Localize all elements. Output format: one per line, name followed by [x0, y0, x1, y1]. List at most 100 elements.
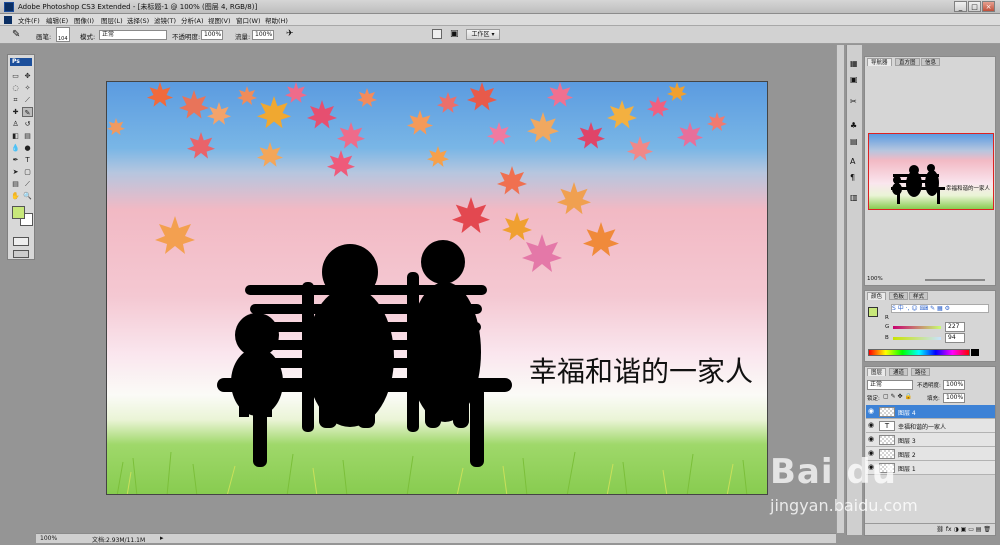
- tab-paths[interactable]: 路径: [911, 368, 931, 376]
- tool-presets-icon[interactable]: ▤: [850, 137, 858, 146]
- brush-preset-picker[interactable]: 104: [56, 27, 70, 42]
- layer-row-layer4[interactable]: ◉ 图层 4: [866, 405, 995, 419]
- color-spectrum[interactable]: [868, 349, 970, 356]
- zoom-level[interactable]: 100%: [40, 535, 57, 542]
- workspace-button[interactable]: 工作区 ▾: [466, 29, 500, 40]
- airbrush-icon[interactable]: ✈: [286, 29, 294, 39]
- shape-tool-icon[interactable]: ▢: [22, 167, 33, 177]
- blend-mode-select[interactable]: 正常: [867, 380, 913, 390]
- mode-label: 模式:: [80, 33, 96, 41]
- window-title: Adobe Photoshop CS3 Extended - [未标题-1 @ …: [18, 3, 258, 11]
- quick-mask-icon[interactable]: [13, 237, 29, 246]
- tab-channels[interactable]: 通道: [889, 368, 909, 376]
- menu-layer[interactable]: 图层(L): [101, 15, 123, 25]
- artwork: [107, 82, 748, 494]
- mode-select[interactable]: 正常: [99, 30, 167, 40]
- b-slider[interactable]: [893, 337, 941, 340]
- g-slider[interactable]: [893, 326, 941, 329]
- menu-window[interactable]: 窗口(W): [236, 15, 261, 25]
- paragraph-icon[interactable]: ¶: [850, 173, 855, 182]
- slice-tool-icon[interactable]: ⟋: [22, 95, 33, 105]
- navigator-preview[interactable]: 幸福和谐的一家人: [868, 133, 994, 210]
- pen-tool-icon[interactable]: ✒: [10, 155, 21, 165]
- minimize-button[interactable]: _: [954, 1, 967, 12]
- b-value[interactable]: 94: [945, 333, 965, 343]
- navigator-zoom[interactable]: 100%: [867, 276, 883, 282]
- gradient-tool-icon[interactable]: ▤: [22, 131, 33, 141]
- flow-label: 流量:: [235, 33, 251, 41]
- color-fg-swatch[interactable]: [868, 307, 878, 317]
- healing-tool-icon[interactable]: ✚: [10, 107, 21, 117]
- magic-wand-icon[interactable]: ✧: [22, 83, 33, 93]
- character-icon[interactable]: A: [850, 157, 855, 166]
- flow-field[interactable]: 100%: [252, 30, 274, 40]
- fill-field[interactable]: 100%: [943, 393, 965, 403]
- b-label: B: [885, 335, 889, 341]
- bridge-icon[interactable]: ▣: [450, 29, 459, 39]
- tab-histogram[interactable]: 直方图: [895, 58, 920, 66]
- lasso-tool-icon[interactable]: ◌: [10, 83, 21, 93]
- stamp-tool-icon[interactable]: ♙: [10, 119, 21, 129]
- maximize-button[interactable]: □: [968, 1, 981, 12]
- clone-source-icon[interactable]: ♣: [850, 121, 857, 130]
- brushes-icon[interactable]: ✂: [850, 97, 857, 106]
- blur-tool-icon[interactable]: 💧: [10, 143, 21, 153]
- menu-view[interactable]: 视图(V): [208, 15, 231, 25]
- eraser-tool-icon[interactable]: ◧: [10, 131, 21, 141]
- tab-swatches[interactable]: 色板: [889, 292, 909, 300]
- tab-navigator[interactable]: 导航器: [867, 58, 892, 66]
- zoom-tool-icon[interactable]: 🔍: [22, 191, 33, 201]
- spectrum-black[interactable]: [971, 349, 979, 356]
- navigator-panel: 导航器 直方图 信息 幸福和谐的一家人 100%: [864, 56, 996, 286]
- toolbox: Ps ▭ ✥ ◌ ✧ ⌗ ⟋ ✚ ✎ ♙ ↺ ◧ ▤ 💧 ● ✒ T ➤ ▢ ▤…: [7, 54, 35, 260]
- history-brush-icon[interactable]: ↺: [22, 119, 33, 129]
- layer-comps-icon[interactable]: ▥: [850, 193, 858, 202]
- menu-help[interactable]: 帮助(H): [265, 15, 288, 25]
- move-tool-icon[interactable]: ✥: [22, 71, 33, 81]
- brush-tool-icon[interactable]: ✎: [12, 29, 20, 40]
- layer-row-layer3[interactable]: ◉ 图层 3: [866, 433, 995, 447]
- navigator-zoom-slider[interactable]: [925, 279, 985, 281]
- screen-mode-icon[interactable]: [13, 250, 29, 258]
- notes-tool-icon[interactable]: ▤: [10, 179, 21, 189]
- tab-color[interactable]: 颜色: [867, 292, 887, 300]
- opacity-field[interactable]: 100%: [201, 30, 223, 40]
- menu-file[interactable]: 文件(F): [18, 15, 40, 25]
- foreground-color-swatch[interactable]: [12, 206, 25, 219]
- navigator-caption: 幸福和谐的一家人: [946, 186, 991, 192]
- layer-opacity-field[interactable]: 100%: [943, 380, 965, 390]
- menu-analysis[interactable]: 分析(A): [181, 15, 204, 25]
- lock-label: 锁定:: [867, 396, 880, 402]
- layers-footer-icons[interactable]: ⛓ fx ◑ ▣ ▭ ▤ 🗑: [865, 523, 995, 535]
- ime-toolbar[interactable]: S 中 ·, ☺ ⌨ ✎ ▦ ⚙: [891, 304, 989, 313]
- dodge-tool-icon[interactable]: ●: [22, 143, 33, 153]
- menu-edit[interactable]: 编辑(E): [46, 15, 68, 25]
- tab-layers[interactable]: 图层: [867, 368, 887, 376]
- menu-filter[interactable]: 滤镜(T): [154, 15, 176, 25]
- crop-tool-icon[interactable]: ⌗: [10, 95, 21, 105]
- eye-icon[interactable]: ◉: [868, 408, 876, 415]
- tab-styles[interactable]: 样式: [909, 292, 929, 300]
- path-select-icon[interactable]: ➤: [10, 167, 21, 177]
- eye-icon[interactable]: ◉: [868, 436, 876, 443]
- marquee-tool-icon[interactable]: ▭: [10, 71, 21, 81]
- brush-tool-active-icon[interactable]: ✎: [22, 107, 33, 117]
- menu-select[interactable]: 选择(S): [127, 15, 149, 25]
- eyedropper-icon[interactable]: ⟋: [22, 179, 33, 189]
- close-button[interactable]: ×: [982, 1, 995, 12]
- layer-row-text[interactable]: ◉ T 幸福和谐的一家人: [866, 419, 995, 433]
- panel-icon-1[interactable]: ▦: [850, 59, 858, 68]
- g-value[interactable]: 227: [945, 322, 965, 332]
- type-tool-icon[interactable]: T: [22, 155, 33, 165]
- layer-name: 图层 2: [898, 452, 916, 459]
- panel-icon-2[interactable]: ▣: [850, 75, 858, 84]
- brush-palette-icon[interactable]: [432, 29, 442, 39]
- hand-tool-icon[interactable]: ✋: [10, 191, 21, 201]
- lock-icons[interactable]: ▢ ✎ ✥ 🔒: [883, 393, 912, 400]
- ps-menu-icon[interactable]: [4, 16, 12, 24]
- document-canvas[interactable]: 幸福和谐的一家人: [106, 81, 768, 495]
- menu-image[interactable]: 图像(I): [74, 15, 94, 25]
- tab-info[interactable]: 信息: [921, 58, 941, 66]
- eye-icon[interactable]: ◉: [868, 422, 876, 429]
- status-menu-arrow-icon[interactable]: ▸: [160, 534, 164, 542]
